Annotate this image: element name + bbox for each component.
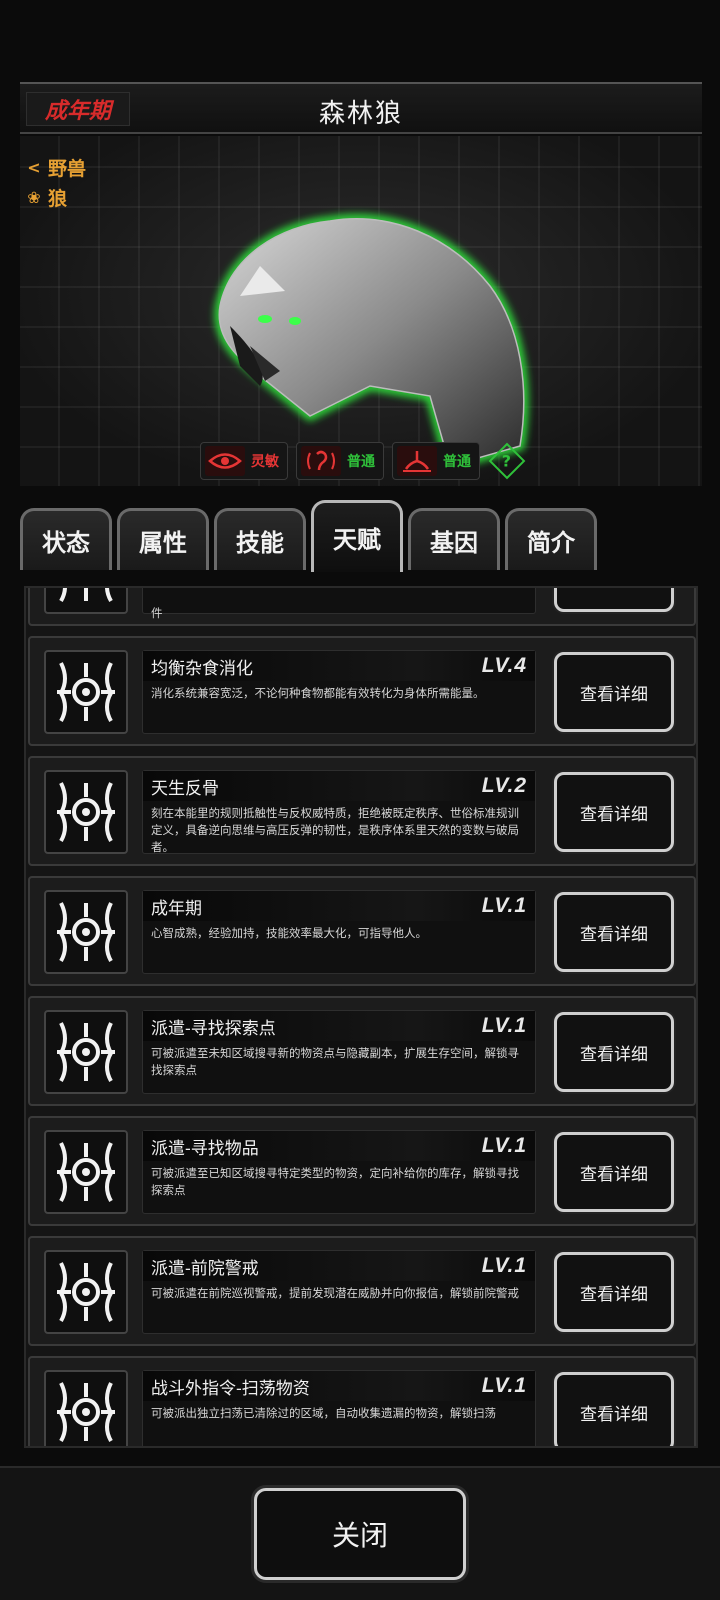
- talent-info: 派遣-寻找探索点 LV.1 可被派遣至未知区域搜寻新的物资点与隐藏副本，扩展生存空间…: [142, 1010, 536, 1094]
- tag-category: < 野兽: [24, 152, 86, 182]
- close-button[interactable]: 关闭: [254, 1488, 466, 1580]
- talent-info: 天生反骨 LV.2 刻在本能里的规则抵触性与反权威特质，拒绝被既定秩序、世俗标准规训…: [142, 770, 536, 854]
- tab-status[interactable]: 状态: [20, 508, 112, 570]
- view-details-button[interactable]: 查看详细: [554, 588, 674, 612]
- talent-info: 件: [142, 588, 536, 620]
- talent-info: 均衡杂食消化 LV.4 消化系统兼容宽泛，不论何种食物都能有效转化为身体所需能量。: [142, 650, 536, 734]
- view-details-button[interactable]: 查看详细: [554, 1252, 674, 1332]
- talent-header: 天生反骨 LV.2: [143, 771, 535, 801]
- creature-name: 森林狼: [318, 99, 403, 129]
- tab-skills[interactable]: 技能: [214, 508, 306, 570]
- tab-profile[interactable]: 简介: [505, 508, 597, 570]
- talent-description: 可被派出独立扫荡已清除过的区域，自动收集遗漏的物资，解锁扫荡: [151, 1406, 496, 1420]
- talent-emblem-icon: [44, 1130, 128, 1214]
- talent-header: 派遣-寻找物品 LV.1: [143, 1131, 535, 1161]
- talent-card: 派遣-寻找探索点 LV.1 可被派遣至未知区域搜寻新的物资点与隐藏副本，扩展生存空间…: [28, 996, 696, 1106]
- talent-level: LV.1: [481, 894, 527, 917]
- talent-description: 可被派遣至已知区域搜寻特定类型的物资，定向补给你的库存，解锁寻找探索点: [151, 1166, 519, 1197]
- talent-name: 派遣-前院警戒: [151, 1258, 259, 1279]
- talent-name: 天生反骨: [151, 778, 219, 799]
- talent-level: LV.1: [481, 1374, 527, 1397]
- talent-description: 刻在本能里的规则抵触性与反权威特质，拒绝被既定秩序、世俗标准规训定义，具备逆向思…: [151, 806, 519, 854]
- paw-icon: ❀: [27, 187, 41, 207]
- tab-genes[interactable]: 基因: [408, 508, 500, 570]
- talent-info: 战斗外指令-扫荡物资 LV.1 可被派出独立扫荡已清除过的区域，自动收集遗漏的物资，…: [142, 1370, 536, 1446]
- talent-emblem-icon: [44, 1370, 128, 1446]
- talent-description: 件: [151, 606, 163, 620]
- tag-label: 野兽: [48, 157, 87, 180]
- help-button[interactable]: ?: [488, 442, 526, 480]
- view-details-button[interactable]: 查看详细: [554, 892, 674, 972]
- view-details-button[interactable]: 查看详细: [554, 772, 674, 852]
- talent-description: 可被派遣在前院巡视警戒，提前发现潜在威胁并向你报信，解锁前院警戒: [151, 1286, 519, 1300]
- talent-name: 派遣-寻找物品: [151, 1138, 259, 1159]
- nose-icon: [397, 446, 437, 476]
- talent-header: 派遣-寻找探索点 LV.1: [143, 1011, 535, 1041]
- talent-header: 均衡杂食消化 LV.4: [143, 651, 535, 681]
- talent-description: 消化系统兼容宽泛，不论何种食物都能有效转化为身体所需能量。: [151, 686, 485, 700]
- talent-header: 战斗外指令-扫荡物资 LV.1: [143, 1371, 535, 1401]
- tag-label: 狼: [48, 187, 68, 210]
- talent-level: LV.4: [481, 654, 527, 677]
- sense-smell[interactable]: 普通: [392, 442, 480, 480]
- header-bar: 成年期 森林狼: [20, 82, 702, 134]
- talent-card: 派遣-寻找物品 LV.1 可被派遣至已知区域搜寻特定类型的物资，定向补给你的库存，解…: [28, 1116, 696, 1226]
- talent-description: 可被派遣至未知区域搜寻新的物资点与隐藏副本，扩展生存空间，解锁寻找探索点: [151, 1046, 519, 1077]
- talent-card: 战斗外指令-扫荡物资 LV.1 可被派出独立扫荡已清除过的区域，自动收集遗漏的物资，…: [28, 1356, 696, 1446]
- view-details-button[interactable]: 查看详细: [554, 1372, 674, 1446]
- talent-name: 均衡杂食消化: [151, 658, 253, 679]
- talent-name: 成年期: [151, 898, 202, 919]
- sense-hearing[interactable]: 普通: [296, 442, 384, 480]
- view-details-button[interactable]: 查看详细: [554, 652, 674, 732]
- sense-sight[interactable]: 灵敏: [200, 442, 288, 480]
- sense-smell-level: 普通: [443, 454, 471, 470]
- eye-icon: [205, 446, 245, 476]
- tab-bar: 状态 属性 技能 天赋 基因 简介: [20, 500, 702, 572]
- talent-emblem-icon: [44, 1010, 128, 1094]
- tag-species: ❀ 狼: [24, 182, 86, 212]
- creature-portrait-panel: < 野兽 ❀ 狼 灵敏 普通 普通 ?: [20, 136, 702, 486]
- talent-list[interactable]: 件查看详细均衡杂食消化LV.4消化系统兼容宽泛，不论何种食物都能有效转化为身体所…: [24, 586, 698, 1448]
- talent-card: 件 查看详细: [28, 588, 696, 626]
- talent-name: 战斗外指令-扫荡物资: [151, 1378, 310, 1399]
- talent-description: 心智成熟，经验加持，技能效率最大化，可指导他人。: [151, 926, 427, 940]
- talent-emblem-icon: [44, 1250, 128, 1334]
- tab-talents[interactable]: 天赋: [311, 500, 403, 572]
- talent-name: 派遣-寻找探索点: [151, 1018, 276, 1039]
- talent-card: 均衡杂食消化 LV.4 消化系统兼容宽泛，不论何种食物都能有效转化为身体所需能量。 查…: [28, 636, 696, 746]
- talent-info: 派遣-前院警戒 LV.1 可被派遣在前院巡视警戒，提前发现潜在威胁并向你报信，解锁前…: [142, 1250, 536, 1334]
- tab-attributes[interactable]: 属性: [117, 508, 209, 570]
- talent-card: 天生反骨 LV.2 刻在本能里的规则抵触性与反权威特质，拒绝被既定秩序、世俗标准规训…: [28, 756, 696, 866]
- ear-icon: [301, 446, 341, 476]
- sense-hearing-level: 普通: [347, 454, 375, 470]
- question-icon: ?: [502, 451, 512, 471]
- talent-emblem-icon: [44, 890, 128, 974]
- view-details-button[interactable]: 查看详细: [554, 1012, 674, 1092]
- talent-info: 派遣-寻找物品 LV.1 可被派遣至已知区域搜寻特定类型的物资，定向补给你的库存，解…: [142, 1130, 536, 1214]
- talent-level: LV.1: [481, 1134, 527, 1157]
- talent-level: LV.1: [481, 1254, 527, 1277]
- talent-info: 成年期 LV.1 心智成熟，经验加持，技能效率最大化，可指导他人。: [142, 890, 536, 974]
- view-details-button[interactable]: 查看详细: [554, 1132, 674, 1212]
- talent-level: LV.2: [481, 774, 527, 797]
- talent-emblem-icon: [44, 650, 128, 734]
- talent-header: 成年期 LV.1: [143, 891, 535, 921]
- sense-sight-level: 灵敏: [251, 454, 279, 470]
- talent-emblem-icon: [44, 770, 128, 854]
- talent-emblem-icon: [44, 588, 128, 614]
- talent-header: 派遣-前院警戒 LV.1: [143, 1251, 535, 1281]
- creature-tags: < 野兽 ❀ 狼: [24, 152, 86, 212]
- share-icon: <: [27, 157, 41, 177]
- talent-card: 成年期 LV.1 心智成熟，经验加持，技能效率最大化，可指导他人。 查看详细: [28, 876, 696, 986]
- sense-indicators: 灵敏 普通 普通 ?: [200, 442, 526, 480]
- talent-card: 派遣-前院警戒 LV.1 可被派遣在前院巡视警戒，提前发现潜在威胁并向你报信，解锁前…: [28, 1236, 696, 1346]
- talent-level: LV.1: [481, 1014, 527, 1037]
